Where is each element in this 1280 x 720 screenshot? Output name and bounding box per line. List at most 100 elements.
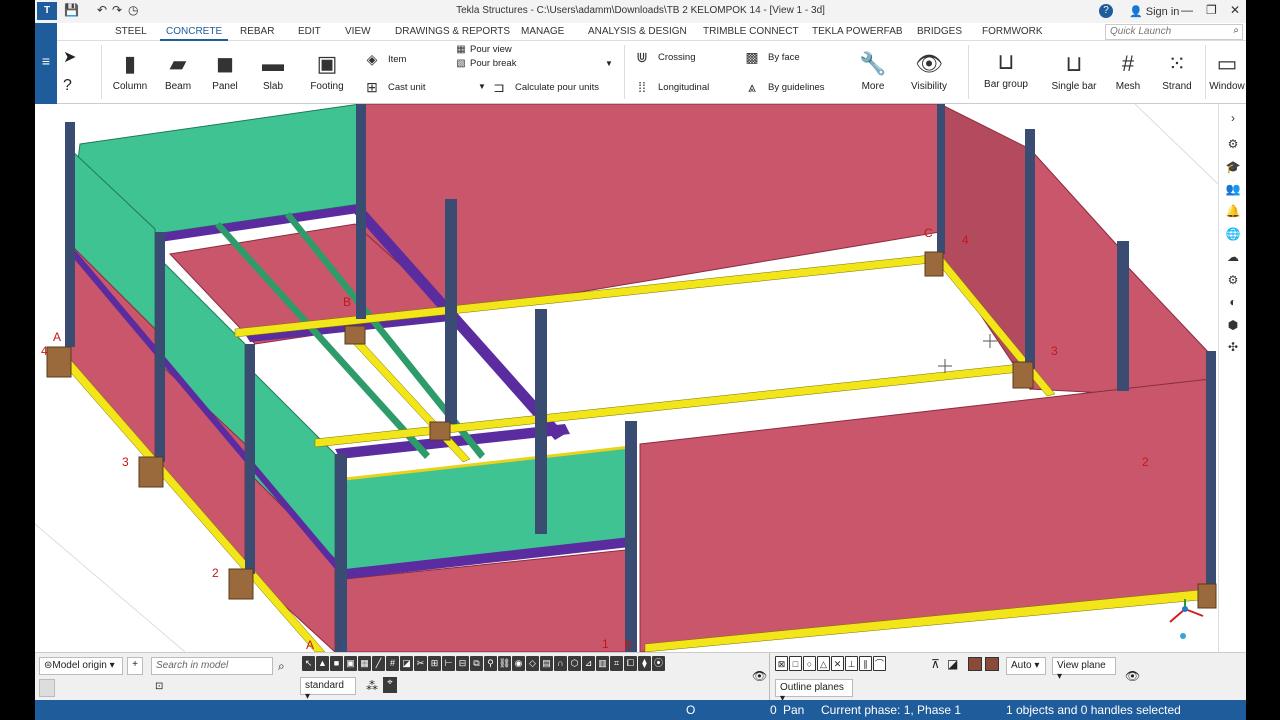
right-wall-segment[interactable] [1029,147,1126,395]
pour-break-button[interactable]: ▧ Pour break [455,58,516,69]
restore-icon[interactable]: ❐ [1206,3,1217,17]
select-chain-icon[interactable]: ⛓ [498,656,511,671]
column[interactable] [937,104,945,254]
select-arc-icon[interactable]: ∩ [554,656,567,671]
auto-dropdown[interactable]: Auto ▾ [1006,657,1046,675]
learning-icon[interactable]: 🎓 [1225,159,1241,175]
footing[interactable] [138,456,164,488]
query-pointer-icon[interactable]: ? [63,77,72,95]
selection-switches[interactable]: ↖ ▲ ■ ▣ ▦ ╱ # ◪ ✂ ⊞ ⊢ ⊟ ⧉ ⚲ ⛓ ◉ ◇ ▤ ∩ ⬡ ⊿ ▥ ⌗ ⧠ ⧫ ⦿ [302,656,665,674]
select-assembly-icon[interactable]: ⧠ [624,656,637,671]
select-dim-icon[interactable]: ⊟ [456,656,469,671]
snap-mid-icon[interactable]: ⊼ [931,657,940,671]
notifications-icon[interactable]: 🔔 [1225,203,1241,219]
settings-grid-icon[interactable]: ⁂ [366,679,378,693]
tab-formwork[interactable]: FORMWORK [982,26,1043,37]
select-snap-icon[interactable]: ⚲ [484,656,497,671]
snap-nearest-icon[interactable]: ◪ [947,657,958,671]
select-bolt-icon[interactable]: ⊞ [428,656,441,671]
select-object-icon[interactable]: ⦿ [652,656,665,671]
select-components-icon[interactable]: ▣ [344,656,357,671]
longitudinal-button[interactable]: ⁞⁞ Longitudinal [632,79,709,95]
minimize-icon[interactable]: — [1181,3,1193,17]
tab-rebar[interactable]: REBAR [240,26,274,37]
calculate-pour-units-button[interactable]: ⊐ Calculate pour units [489,79,599,96]
tab-manage[interactable]: MANAGE [521,26,564,37]
column[interactable] [65,122,75,347]
panel-button[interactable]: ◼ Panel [205,51,245,92]
footing[interactable] [429,421,451,441]
help-icon[interactable]: ? [1099,4,1113,18]
single-bar-button[interactable]: ⊔ Single bar [1048,51,1100,92]
tab-steel[interactable]: STEEL [115,26,147,37]
tab-drawings-reports[interactable]: DRAWINGS & REPORTS [395,26,510,37]
snap-perp-icon[interactable]: ⊥ [845,656,858,671]
cursor-snap-icon[interactable]: ⌖ [383,677,397,693]
strand-button[interactable]: ⁙ Strand [1156,51,1198,92]
snap-color-icon[interactable] [968,657,982,671]
tab-trimble-connect[interactable]: TRIMBLE CONNECT [703,26,799,37]
add-origin-button[interactable]: + [127,657,143,675]
right-wall-end[interactable] [1124,262,1211,395]
select-surface-icon[interactable]: ■ [330,656,343,671]
globe-icon[interactable]: 🌐 [1225,226,1241,242]
select-mesh-icon[interactable]: # [386,656,399,671]
select-point-icon[interactable]: ◉ [512,656,525,671]
component-icon[interactable]: ✣ [1225,339,1241,355]
properties-icon[interactable]: ⚙ [1225,136,1241,152]
cloud-icon[interactable]: ☁ [1225,249,1241,265]
slab-button[interactable]: ▬ Slab [253,51,293,92]
standard-dropdown[interactable]: standard ▾ [300,677,356,702]
footing[interactable] [46,346,72,378]
quick-launch-input[interactable]: Quick Launch ⌕ [1105,24,1243,40]
select-view-icon[interactable]: ⧫ [638,656,651,671]
pour-view-button[interactable]: ▦ Pour view [455,44,511,55]
paint-icon[interactable]: ◐ [1225,294,1241,310]
snap-triangle-icon[interactable]: △ [817,656,830,671]
column[interactable] [1206,351,1216,591]
footing[interactable] [924,251,944,277]
column[interactable] [335,454,347,652]
column[interactable] [445,199,457,424]
snap-color-2-icon[interactable] [985,657,999,671]
bar-group-button[interactable]: ⊔ Bar group [981,49,1031,90]
side-menu-button[interactable]: ≡ [35,23,57,104]
close-icon[interactable]: ✕ [1230,3,1240,17]
status-phase[interactable]: Current phase: 1, Phase 1 [821,703,961,717]
column[interactable] [625,421,637,652]
right-back-wall[interactable] [939,104,1031,391]
expand-panel-icon[interactable]: › [1225,110,1241,126]
select-stud-icon[interactable]: ⊢ [442,656,455,671]
tab-analysis-design[interactable]: ANALYSIS & DESIGN [588,26,687,37]
lock-icon[interactable] [39,679,55,697]
tab-edit[interactable]: EDIT [298,26,321,37]
column[interactable] [1117,241,1129,391]
column[interactable] [535,309,547,534]
select-weld-icon[interactable]: ◪ [400,656,413,671]
select-face-icon[interactable]: ▥ [596,656,609,671]
select-grid-icon[interactable]: ▦ [358,656,371,671]
beam-button[interactable]: ▰ Beam [158,51,198,92]
sign-in-link[interactable]: 👤 Sign in [1129,5,1179,18]
cast-unit-button[interactable]: ⊞ Cast unit [362,79,425,96]
settings-icon[interactable]: ⚙ [1225,272,1241,288]
view-plane-dropdown[interactable]: View plane ▾ [1052,657,1116,682]
search-icon[interactable]: ⌕ [278,659,285,674]
snap-parallel-icon[interactable]: ∥ [859,656,872,671]
eye-icon[interactable]: 👁 [1125,669,1140,683]
outline-planes-dropdown[interactable]: Outline planes ▾ [775,679,853,704]
users-icon[interactable]: 👥 [1225,181,1241,197]
select-pointer-icon[interactable]: ➤ [63,47,76,67]
more-button[interactable]: 🔧 More [853,51,893,92]
mesh-button[interactable]: # Mesh [1107,51,1149,92]
footing[interactable] [1197,583,1217,609]
select-cut-icon[interactable]: ✂ [414,656,427,671]
model-origin-dropdown[interactable]: ⊜Model origin ▾ [39,657,123,675]
footing[interactable] [1012,361,1034,389]
model-3d-view[interactable]: A B C 4 4 3 3 2 2 1 A B Z [35,104,1218,652]
footing-button[interactable]: ▣ Footing [305,51,349,92]
by-guidelines-button[interactable]: ⩓ By guidelines [742,79,824,96]
visibility-button[interactable]: 👁 Visibility [905,51,953,92]
snap-circle-icon[interactable]: ○ [803,656,816,671]
footing[interactable] [228,568,254,600]
